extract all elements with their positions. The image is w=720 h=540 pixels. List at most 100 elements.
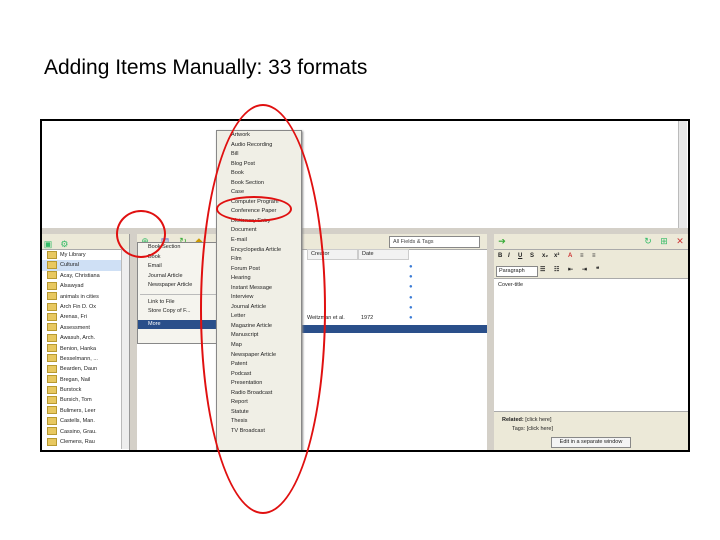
paragraph-select[interactable]: Paragraph [496,266,538,277]
collection-label: Burstock [60,387,82,394]
folder-icon [47,385,57,394]
zotero-window: ▣ ⚙ My Library Cultural Acay, Christiana Al… [40,119,690,452]
collection-label: Bursich, Tom [60,397,92,404]
superscript-icon[interactable]: x² [554,253,559,259]
attachment-icon: ● [409,264,413,270]
folder-icon [47,416,57,425]
left-splitter[interactable] [130,234,137,450]
underline-icon[interactable]: U [518,253,522,259]
folder-icon [47,250,57,259]
folder-icon [47,323,57,332]
collection-item[interactable]: Clemens, Rau [42,437,129,447]
strikethrough-icon[interactable]: S [530,253,534,259]
related-link[interactable]: [click here] [525,417,551,423]
collection-item[interactable]: Bulimers, Leer [42,406,129,416]
folder-icon [47,364,57,373]
folder-icon [47,333,57,342]
close-icon[interactable]: ✕ [675,236,685,246]
collection-item[interactable]: Besselmann, ... [42,354,129,364]
folder-icon [47,437,57,446]
folder-icon [47,312,57,321]
collection-label: Bearden, Daun [60,366,97,373]
collection-item[interactable]: Arch Fin D. Ox [42,302,129,312]
blockquote-icon[interactable]: ❝ [596,266,599,273]
cell-date: 1972 [361,315,374,321]
related-label: Related: [502,417,524,423]
collection-item[interactable]: Awasuh, Arch. [42,333,129,343]
collection-label: Arenas, Fri [60,314,87,321]
column-header-date[interactable]: Date [358,249,409,260]
folder-icon [47,375,57,384]
collection-item[interactable]: Alsawyad [42,281,129,291]
collection-item[interactable]: Bregan, Nail [42,375,129,385]
formatting-toolbar: B I U S x₂ x² A ≡ ≡ Paragraph ☰ ☷ ⇤ ⇥ ❝ [494,250,688,279]
collection-item[interactable]: Acay, Christiana [42,271,129,281]
collection-item[interactable]: Bearden, Daun [42,364,129,374]
collection-label: Awasuh, Arch. [60,335,96,342]
folder-icon [47,302,57,311]
attachment-icon: ● [409,304,413,311]
collections-scrollbar[interactable] [121,249,129,449]
collection-label: Besselmann, ... [60,355,98,362]
tags-label: Tags: [512,426,526,432]
collection-item[interactable]: Benion, Hanka [42,344,129,354]
browser-scrollbar[interactable] [678,121,687,228]
folder-icon [47,281,57,290]
collection-item[interactable]: Cassino, Grau. [42,427,129,437]
sync-arrow-icon[interactable]: ➔ [497,236,507,246]
item-pane: ➔ ↻ ⊞ ✕ B I U S x₂ x² A ≡ ≡ Paragraph ☰ … [494,234,688,450]
related-tags-panel: Related: [click here] Tags: [click here]… [494,411,688,450]
attachment-icon: ● [409,294,413,301]
collection-label: My Library [60,252,86,258]
collection-item[interactable]: animals in cities [42,292,129,302]
outdent-icon[interactable]: ⇤ [568,266,573,273]
note-text[interactable]: Cover-title [498,282,523,288]
attachment-icon: ● [409,274,413,281]
collection-label: Benion, Hanka [60,345,97,352]
collection-item[interactable]: My Library [42,250,129,260]
collections-tree: My Library Cultural Acay, Christiana Alsawy… [42,250,129,447]
bold-icon[interactable]: B [498,253,502,259]
text-color-icon[interactable]: A [568,253,572,259]
attachment-icon: ● [409,284,413,291]
new-collection-icon[interactable]: ▣ [43,239,53,249]
collection-label: Cassino, Grau. [60,428,97,435]
collection-item[interactable]: Arenas, Fri [42,312,129,322]
collection-label: Castells, Man. [60,418,95,425]
search-input[interactable]: All Fields & Tags [389,236,480,248]
highlight-oval-type-list [200,104,326,514]
collection-label: Arch Fin D. Ox [60,303,97,310]
list-icon[interactable]: ☰ [540,266,545,273]
collection-item[interactable]: Assessment [42,323,129,333]
right-splitter[interactable] [487,234,494,450]
item-pane-toolbar: ➔ ↻ ⊞ ✕ [494,234,688,250]
fullscreen-icon[interactable]: ⊞ [659,236,669,246]
subscript-icon[interactable]: x₂ [542,253,548,259]
collection-label: Clemens, Rau [60,439,95,446]
highlight-oval-new-item [116,210,166,258]
locate-icon[interactable]: ↻ [643,236,653,246]
tags-link[interactable]: [click here] [527,426,553,432]
collection-label: animals in cities [60,293,99,300]
collection-label: Alsawyad [60,283,84,290]
collection-item[interactable]: Castells, Man. [42,416,129,426]
collection-label: Bulimers, Leer [60,407,96,414]
collections-pane: ▣ ⚙ My Library Cultural Acay, Christiana Al… [42,234,130,450]
action-gear-icon[interactable]: ⚙ [59,239,69,249]
collection-item[interactable]: Bursich, Tom [42,395,129,405]
align-center-icon[interactable]: ≡ [592,253,596,259]
indent-icon[interactable]: ⇥ [582,266,587,273]
folder-icon [47,354,57,363]
align-left-icon[interactable]: ≡ [580,253,584,259]
attachment-icon: ● [409,315,413,321]
edit-separate-window-button[interactable]: Edit in a separate window [551,437,631,448]
collection-item[interactable]: Burstock [42,385,129,395]
slide-title: Adding Items Manually: 33 formats [44,56,368,79]
numbered-list-icon[interactable]: ☷ [554,266,559,273]
collection-label: Acay, Christiana [60,272,100,279]
collection-label: Cultural [60,262,79,269]
folder-icon [47,427,57,436]
folder-icon [47,406,57,415]
collection-item[interactable]: Cultural [42,260,129,271]
italic-icon[interactable]: I [508,253,510,259]
